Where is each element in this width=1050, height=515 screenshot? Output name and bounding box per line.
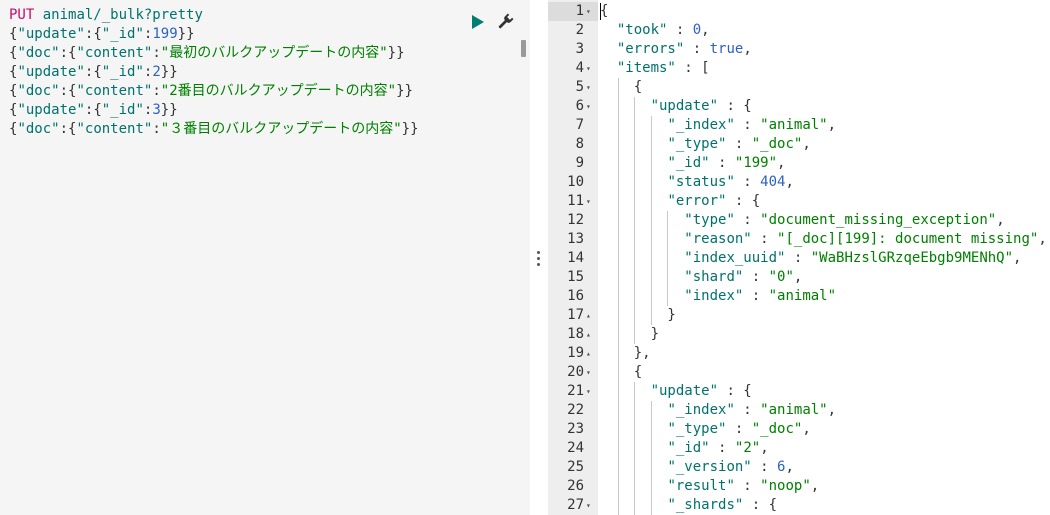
console: PUT animal/_bulk?pretty {"update":{"_id"… <box>0 0 1050 515</box>
fold-down-icon[interactable]: ▾ <box>586 363 595 382</box>
response-line: "shard" : "0", <box>684 269 803 285</box>
response-line: "update" : { <box>650 98 752 114</box>
request-endpoint: animal/_bulk?pretty <box>42 7 203 23</box>
response-line: "took" : 0, <box>616 22 710 38</box>
response-line: "index_uuid" : "WaBHzslGRzqeEbgb9MENhQ", <box>684 250 1022 266</box>
request-line[interactable]: {"update":{"_id":3}} <box>9 101 178 120</box>
wrench-icon <box>498 13 514 29</box>
response-line: "_id" : "199", <box>667 155 786 171</box>
line-number: 1 <box>575 3 584 19</box>
line-number: 14 <box>567 250 584 266</box>
request-method-line[interactable]: PUT animal/_bulk?pretty <box>9 6 203 25</box>
line-number: 5 <box>575 79 584 95</box>
line-number: 27 <box>567 497 584 513</box>
line-number: 2 <box>575 22 584 38</box>
response-line: "result" : "noop", <box>667 478 820 494</box>
line-number: 26 <box>567 478 584 494</box>
request-editor[interactable]: PUT animal/_bulk?pretty {"update":{"_id"… <box>0 0 530 515</box>
line-number: 18 <box>567 326 584 342</box>
fold-down-icon[interactable]: ▾ <box>586 496 595 515</box>
line-number: 20 <box>567 364 584 380</box>
line-number: 6 <box>575 98 584 114</box>
line-number: 7 <box>575 117 584 133</box>
play-icon <box>472 15 484 29</box>
text-cursor <box>600 3 601 20</box>
request-scrollbar[interactable] <box>521 40 526 57</box>
fold-down-icon[interactable]: ▾ <box>586 78 595 97</box>
line-number: 4 <box>575 60 584 76</box>
line-number: 10 <box>567 174 584 190</box>
line-number: 16 <box>567 288 584 304</box>
fold-up-icon[interactable]: ▴ <box>586 344 595 363</box>
response-line: "items" : [ <box>616 60 710 76</box>
response-line: { <box>600 364 643 380</box>
response-line: "_id" : "2", <box>667 440 769 456</box>
line-number: 9 <box>575 155 584 171</box>
line-number: 11 <box>567 193 584 209</box>
line-number: 12 <box>567 212 584 228</box>
line-number: 24 <box>567 440 584 456</box>
response-line: { <box>600 3 609 19</box>
fold-up-icon[interactable]: ▴ <box>586 306 595 325</box>
line-number: 8 <box>575 136 584 152</box>
vertical-dots-icon[interactable] <box>537 251 541 269</box>
response-line: } <box>600 326 660 342</box>
response-line: { <box>600 79 643 95</box>
line-number: 21 <box>567 383 584 399</box>
fold-down-icon[interactable]: ▾ <box>586 192 595 211</box>
line-number: 15 <box>567 269 584 285</box>
request-line[interactable]: {"doc":{"content":"2番目のバルクアップデートの内容"}} <box>9 82 413 101</box>
request-line[interactable]: {"update":{"_id":199}} <box>9 25 195 44</box>
response-line: "update" : { <box>650 383 752 399</box>
line-number: 13 <box>567 231 584 247</box>
response-line: }, <box>600 345 651 361</box>
response-line: "reason" : "[_doc][199]: document missin… <box>684 231 1047 247</box>
line-number: 3 <box>575 41 584 57</box>
line-number: 23 <box>567 421 584 437</box>
response-line: "status" : 404, <box>667 174 794 190</box>
response-line: "type" : "document_missing_exception", <box>684 212 1005 228</box>
request-line[interactable]: {"doc":{"content":"最初のバルクアップデートの内容"}} <box>9 44 405 63</box>
response-line: "_index" : "animal", <box>667 402 837 418</box>
fold-down-icon[interactable]: ▾ <box>586 382 595 401</box>
request-method: PUT <box>9 7 35 23</box>
response-line: "_type" : "_doc", <box>667 136 811 152</box>
run-request-button[interactable] <box>469 14 485 30</box>
fold-down-icon[interactable]: ▾ <box>586 97 595 116</box>
fold-down-icon[interactable]: ▾ <box>586 59 595 78</box>
line-number: 17 <box>567 307 584 323</box>
response-line: "index" : "animal" <box>684 288 837 304</box>
request-line[interactable]: {"doc":{"content":"３番目のバルクアップデートの内容"}} <box>9 120 419 139</box>
line-number: 25 <box>567 459 584 475</box>
response-line: "_index" : "animal", <box>667 117 837 133</box>
request-line[interactable]: {"update":{"_id":2}} <box>9 63 178 82</box>
fold-down-icon[interactable]: ▾ <box>586 2 595 21</box>
response-line: "_shards" : { <box>667 497 778 513</box>
line-number: 19 <box>567 345 584 361</box>
response-line: "_type" : "_doc", <box>667 421 811 437</box>
fold-up-icon[interactable]: ▴ <box>586 325 595 344</box>
response-line: "errors" : true, <box>616 41 752 57</box>
response-line: "_version" : 6, <box>667 459 794 475</box>
request-settings-button[interactable] <box>496 13 514 31</box>
response-line: "error" : { <box>667 193 761 209</box>
line-number: 22 <box>567 402 584 418</box>
response-line: } <box>600 307 676 323</box>
